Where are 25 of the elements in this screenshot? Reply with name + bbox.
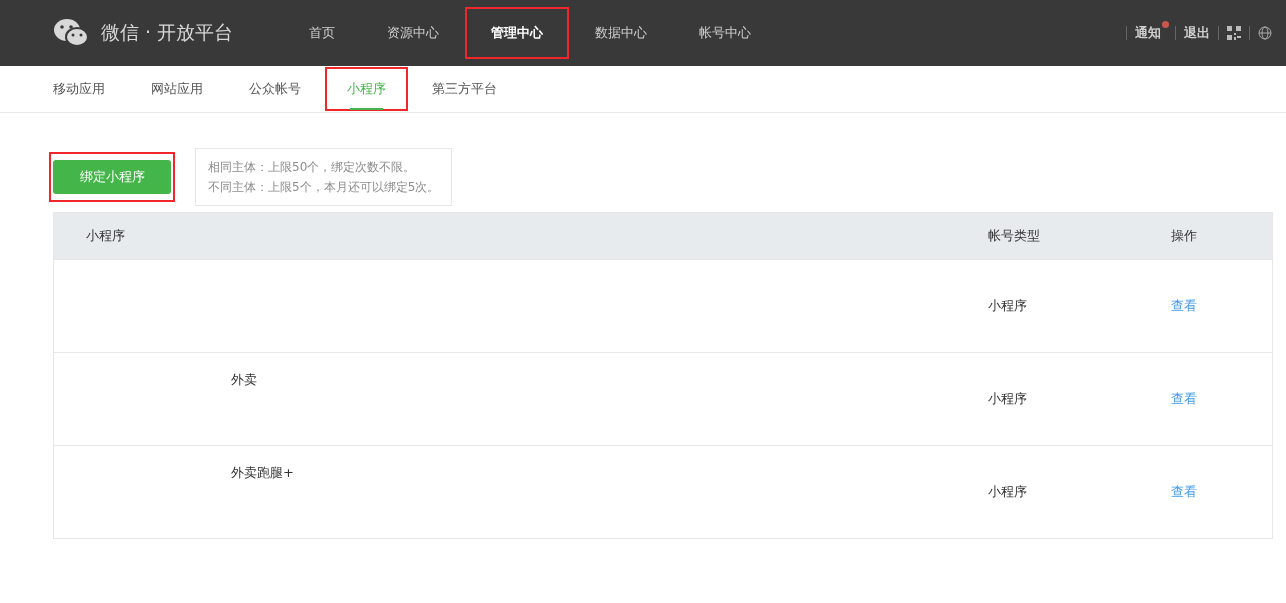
column-header: 操作	[1170, 227, 1198, 245]
tab[interactable]: 第三方平台	[409, 66, 520, 112]
nav-item[interactable]: 首页	[283, 7, 361, 59]
notification-link[interactable]: 通知	[1135, 24, 1161, 42]
qr-code-icon[interactable]	[1227, 26, 1241, 40]
tab[interactable]: 网站应用	[128, 66, 226, 112]
table-cell-text: 外卖	[230, 371, 258, 389]
nav-item[interactable]: 数据中心	[569, 7, 673, 59]
logout-link[interactable]: 退出	[1184, 24, 1210, 42]
table-cell-text: 小程序	[987, 390, 1028, 408]
nav-item[interactable]: 资源中心	[361, 7, 465, 59]
nav-item[interactable]: 管理中心	[465, 7, 569, 59]
chat-bubbles-logo-icon	[53, 18, 89, 48]
column-header: 帐号类型	[987, 227, 1041, 245]
tab[interactable]: 公众帐号	[226, 66, 324, 112]
globe-icon[interactable]	[1258, 26, 1272, 40]
brand-title: 微信 · 开放平台	[101, 20, 234, 45]
table-cell-text: 外卖跑腿+	[230, 464, 295, 482]
column-header: 小程序	[85, 227, 126, 245]
tip-text: 不同主体：上限5个，本月还可以绑定5次。	[208, 179, 440, 196]
table-cell-text: 小程序	[987, 297, 1028, 315]
table-cell-text: 小程序	[987, 483, 1028, 501]
tip-text: 相同主体：上限50个，绑定次数不限。	[208, 159, 417, 176]
tab[interactable]: 移动应用	[30, 66, 128, 112]
nav-item[interactable]: 帐号中心	[673, 7, 777, 59]
